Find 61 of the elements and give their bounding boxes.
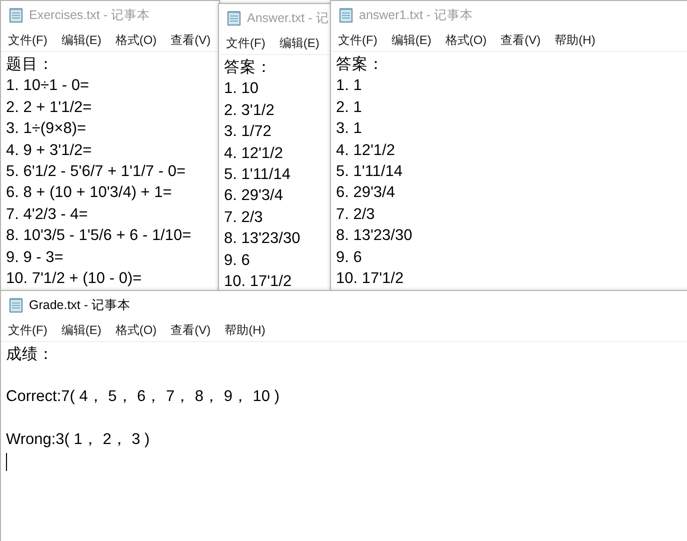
notepad-icon <box>227 10 241 26</box>
text-line: 5. 1'11/14 <box>336 162 402 182</box>
text-line: 1. 1 <box>336 76 362 96</box>
text-line: 4. 9 + 3'1/2= <box>6 140 92 161</box>
window-title: answer1.txt - 记事本 <box>359 6 474 24</box>
text-line: 7. 2/3 <box>336 204 375 225</box>
text-line: 成绩： <box>6 345 54 365</box>
text-line: Wrong:3( 1， 2， 3 ) <box>6 430 150 450</box>
text-line: 10. 7'1/2 + (10 - 0)= <box>6 269 142 290</box>
window-title: Answer.txt - 记 <box>247 10 329 26</box>
text-line: 3. 1÷(9×8)= <box>6 119 86 140</box>
text-line: 题目： <box>6 55 54 75</box>
text-line: 6. 29'3/4 <box>336 183 395 204</box>
menu-item[interactable]: 格式(O) <box>440 30 492 50</box>
menu-item[interactable]: 查看(V) <box>166 30 216 50</box>
text-line: 4. 12'1/2 <box>336 140 395 161</box>
menu-item[interactable]: 文件(F) <box>333 30 382 50</box>
text-line: 8. 10'3/5 - 1'5/6 + 6 - 1/10= <box>6 226 192 246</box>
text-line: 6. 29'3/4 <box>224 186 283 206</box>
notepad-icon <box>9 297 23 313</box>
menu-item[interactable]: 编辑(E) <box>274 32 324 54</box>
notepad-icon <box>339 7 353 23</box>
text-line: 9. 9 - 3= <box>6 248 64 268</box>
text-line: 10. 17'1/2 <box>336 269 404 290</box>
text-line: 1. 10÷1 - 0= <box>6 76 90 96</box>
text-line: 3. 1/72 <box>224 122 272 142</box>
menu-item[interactable]: 格式(O) <box>110 30 162 50</box>
menu-item[interactable]: 编辑(E) <box>56 30 106 50</box>
text-line: 1. 10 <box>224 79 258 100</box>
menu-item[interactable]: 格式(O) <box>110 320 162 340</box>
text-line: 9. 6 <box>224 250 250 271</box>
text-line: 8. 13'23/30 <box>336 226 412 246</box>
window-title: Exercises.txt - 记事本 <box>29 6 150 24</box>
text-line: 答案： <box>224 58 272 78</box>
menu-item[interactable]: 帮助(H) <box>550 30 600 50</box>
text-line: 7. 4'2/3 - 4= <box>6 204 88 225</box>
text-line: 4. 12'1/2 <box>224 144 283 164</box>
text-line: 3. 1 <box>336 119 362 140</box>
menu-item[interactable]: 帮助(H) <box>220 320 270 340</box>
text-line: 9. 6 <box>336 248 362 268</box>
menu-item[interactable]: 文件(F) <box>3 320 52 340</box>
text-line: 2. 2 + 1'1/2= <box>6 98 92 118</box>
text-line: 5. 1'11/14 <box>224 165 290 186</box>
text-line: 7. 2/3 <box>224 208 263 228</box>
window-title: Grade.txt - 记事本 <box>29 296 131 314</box>
menu-item[interactable]: 文件(F) <box>3 30 52 50</box>
menu-item[interactable]: 编辑(E) <box>56 320 106 340</box>
notepad-icon <box>9 7 23 23</box>
text-line: 5. 6'1/2 - 5'6/7 + 1'1/7 - 0= <box>6 162 186 182</box>
menu-item[interactable]: 查看(V) <box>166 320 216 340</box>
menu-item[interactable]: 编辑(E) <box>386 30 436 50</box>
menu-item[interactable]: 查看(V) <box>496 30 546 50</box>
text-line: 2. 1 <box>336 98 362 118</box>
text-cursor <box>6 453 7 472</box>
text-line: Correct:7( 4， 5， 6， 7， 8， 9， 10 ) <box>6 387 280 408</box>
text-line: 8. 13'23/30 <box>224 229 300 250</box>
text-line: 6. 8 + (10 + 10'3/4) + 1= <box>6 183 172 204</box>
text-line: 答案： <box>336 54 384 75</box>
menu-item[interactable]: 文件(F) <box>221 32 270 54</box>
text-line: 10. 17'1/2 <box>224 272 292 292</box>
text-line: 2. 3'1/2 <box>224 100 274 121</box>
